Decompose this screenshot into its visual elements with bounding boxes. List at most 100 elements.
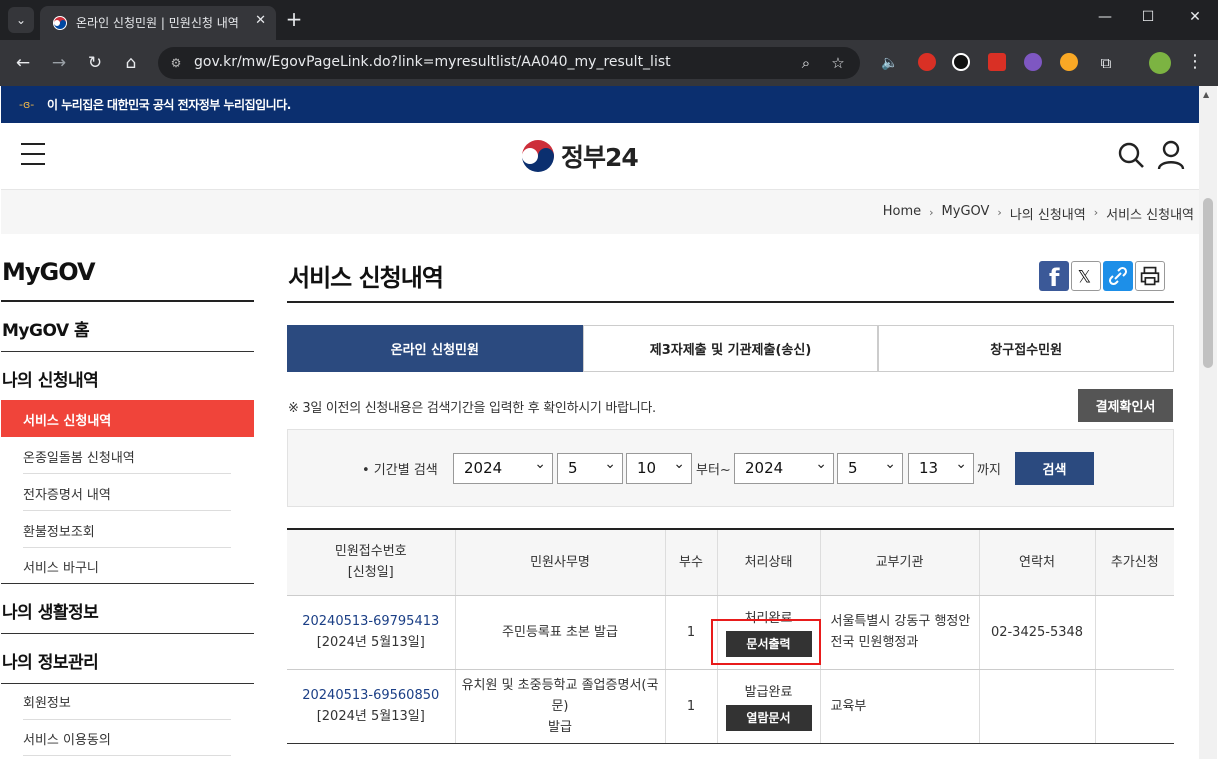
tab-close-icon[interactable]: ✕ (255, 13, 266, 28)
extension-4-icon[interactable] (1024, 53, 1042, 71)
sidebar-item-my-info[interactable]: 나의 정보관리 (2, 648, 99, 673)
link-copy-icon[interactable] (1103, 261, 1133, 291)
sidebar-divider (1, 351, 254, 352)
bookmark-star-icon[interactable]: ☆ (828, 53, 848, 73)
sidebar-item-mygov-home[interactable]: MyGOV 홈 (2, 316, 90, 341)
print-document-button[interactable]: 문서출력 (725, 630, 812, 657)
tab-third-party[interactable]: 제3자제출 및 기관제출(송신) (582, 325, 879, 372)
sidebar-item-my-requests[interactable]: 나의 신청내역 (2, 366, 99, 391)
table-row: 20240513-69560850 [2024년 5월13일] 유치원 및 초중등… (287, 669, 1174, 744)
logo-text: 정부24 (561, 143, 639, 172)
new-tab-button[interactable]: + (284, 8, 304, 30)
menu-hamburger-icon[interactable] (21, 143, 45, 165)
to-year-select[interactable]: 2024 (734, 450, 834, 484)
search-button[interactable]: 검색 (1015, 452, 1094, 485)
breadcrumb-mygov[interactable]: MyGOV (942, 204, 990, 223)
from-year-select[interactable]: 2024 (453, 450, 553, 484)
scroll-up-icon[interactable]: ▲ (1203, 90, 1209, 99)
window-close-button[interactable]: ✕ (1185, 9, 1205, 25)
extension-5-icon[interactable] (1060, 53, 1078, 71)
breadcrumb-my-requests[interactable]: 나의 신청내역 (1010, 204, 1086, 223)
receipt-number-link[interactable]: 20240513-69560850 (302, 688, 439, 703)
sidebar-item-member-info[interactable]: 회원정보 (23, 692, 71, 711)
from-day-select[interactable]: 10 (626, 450, 692, 484)
sidebar-subdivider (23, 719, 231, 720)
col-header-phone: 연락처 (978, 528, 1095, 596)
phone (978, 669, 1095, 744)
request-name: 주민등록표 초본 발급 (454, 595, 665, 670)
breadcrumb-service-requests[interactable]: 서비스 신청내역 (1106, 204, 1194, 223)
user-icon[interactable] (1157, 140, 1185, 170)
tab-search-button[interactable]: ⌄ (8, 7, 34, 33)
extension-2-icon[interactable] (952, 53, 970, 71)
tab-online-requests[interactable]: 온라인 신청민원 (287, 325, 583, 372)
to-suffix: 까지 (977, 463, 1001, 478)
scrollbar-thumb[interactable] (1203, 198, 1213, 368)
breadcrumb-home[interactable]: Home (883, 204, 921, 223)
col-header-org: 교부기관 (819, 528, 979, 596)
sidebar-divider (1, 683, 254, 684)
speaker-icon[interactable]: 🔈 (878, 51, 902, 75)
extra-request (1094, 669, 1174, 744)
sidebar-item-e-certificate[interactable]: 전자증명서 내역 (23, 484, 111, 503)
extension-3-icon[interactable] (988, 53, 1006, 71)
phone: 02-3425-5348 (978, 595, 1095, 670)
extension-1-icon[interactable] (918, 53, 936, 71)
browser-tab-active[interactable]: 온라인 신청민원 | 민원신청 내역 ✕ (40, 6, 276, 40)
print-icon[interactable] (1135, 261, 1165, 291)
x-share-icon[interactable]: 𝕏 (1071, 261, 1101, 291)
status-cell: 발급완료 열람문서 (716, 669, 820, 744)
extensions-puzzle-icon[interactable]: ⧉ (1094, 51, 1118, 75)
receipt-number-link[interactable]: 20240513-69795413 (302, 614, 439, 629)
notice-text: ※ 3일 이전의 신청내용은 검색기간을 입력한 후 확인하시기 바랍니다. (288, 401, 656, 416)
forward-icon[interactable]: → (47, 51, 71, 75)
zoom-icon[interactable]: ⌕ (796, 53, 816, 73)
breadcrumb: Home › MyGOV › 나의 신청내역 › 서비스 신청내역 (878, 204, 1199, 223)
view-document-button[interactable]: 열람문서 (725, 704, 812, 731)
site-logo[interactable]: 정부24 (521, 138, 639, 174)
copies: 1 (664, 595, 717, 670)
sidebar-item-service-consent[interactable]: 서비스 이용동의 (23, 729, 111, 748)
site-info-icon[interactable]: ⚙ (166, 53, 186, 73)
back-icon[interactable]: ← (11, 51, 35, 75)
from-month-select[interactable]: 5 (557, 450, 623, 484)
browser-menu-icon[interactable]: ⋮ (1186, 51, 1204, 72)
window-maximize-button[interactable]: ☐ (1138, 9, 1158, 25)
sidebar-item-refund[interactable]: 환불정보조회 (23, 521, 95, 540)
tab-title: 온라인 신청민원 | 민원신청 내역 (76, 16, 239, 30)
url-text[interactable]: gov.kr/mw/EgovPageLink.do?link=myresultl… (194, 54, 671, 70)
svg-text:f: f (1049, 264, 1060, 291)
extra-request (1094, 595, 1174, 670)
to-month-select[interactable]: 5 (837, 450, 903, 484)
payment-confirm-button[interactable]: 결제확인서 (1078, 389, 1173, 422)
search-label: • 기간별 검색 (362, 463, 438, 478)
col-header-copies: 부수 (664, 528, 717, 596)
gov-banner-mark-icon: -ɞ- (19, 98, 35, 111)
receipt-cell: 20240513-69795413 [2024년 5월13일] (287, 595, 455, 670)
search-icon[interactable] (1117, 141, 1145, 169)
page-scrollbar[interactable]: ▲ (1199, 86, 1217, 759)
sidebar-subdivider (23, 547, 231, 548)
facebook-share-icon[interactable]: f (1039, 261, 1069, 291)
issuing-org: 서울특별시 강동구 행정안 전국 민원행정과 (819, 595, 979, 670)
status-text: 처리완료 (744, 610, 793, 626)
sidebar-item-life-info[interactable]: 나의 생활정보 (2, 598, 99, 623)
sidebar-item-service-requests[interactable]: 서비스 신청내역 (1, 400, 254, 437)
gov-official-banner: -ɞ- 이 누리집은 대한민국 공식 전자정부 누리집입니다. (1, 86, 1199, 123)
col-header-status: 처리상태 (716, 528, 820, 596)
profile-avatar[interactable] (1149, 52, 1171, 74)
col-header-extra: 추가신청 (1094, 528, 1174, 596)
sidebar-item-service-basket[interactable]: 서비스 바구니 (23, 557, 99, 576)
to-day-select[interactable]: 13 (908, 450, 974, 484)
address-bar[interactable]: ⚙ gov.kr/mw/EgovPageLink.do?link=myresul… (158, 47, 860, 79)
home-icon[interactable]: ⌂ (119, 51, 143, 75)
tab-counter-requests[interactable]: 창구접수민원 (878, 325, 1175, 372)
copies: 1 (664, 669, 717, 744)
request-date: [2024년 5월13일] (316, 709, 425, 724)
sidebar-item-allday-care[interactable]: 온종일돌봄 신청내역 (23, 447, 135, 466)
gov-banner-text: 이 누리집은 대한민국 공식 전자정부 누리집입니다. (47, 98, 291, 112)
reload-icon[interactable]: ↻ (83, 51, 107, 75)
window-minimize-button[interactable]: — (1095, 9, 1115, 25)
page-title: 서비스 신청내역 (288, 264, 444, 292)
taegeuk-logo-icon (521, 139, 555, 173)
